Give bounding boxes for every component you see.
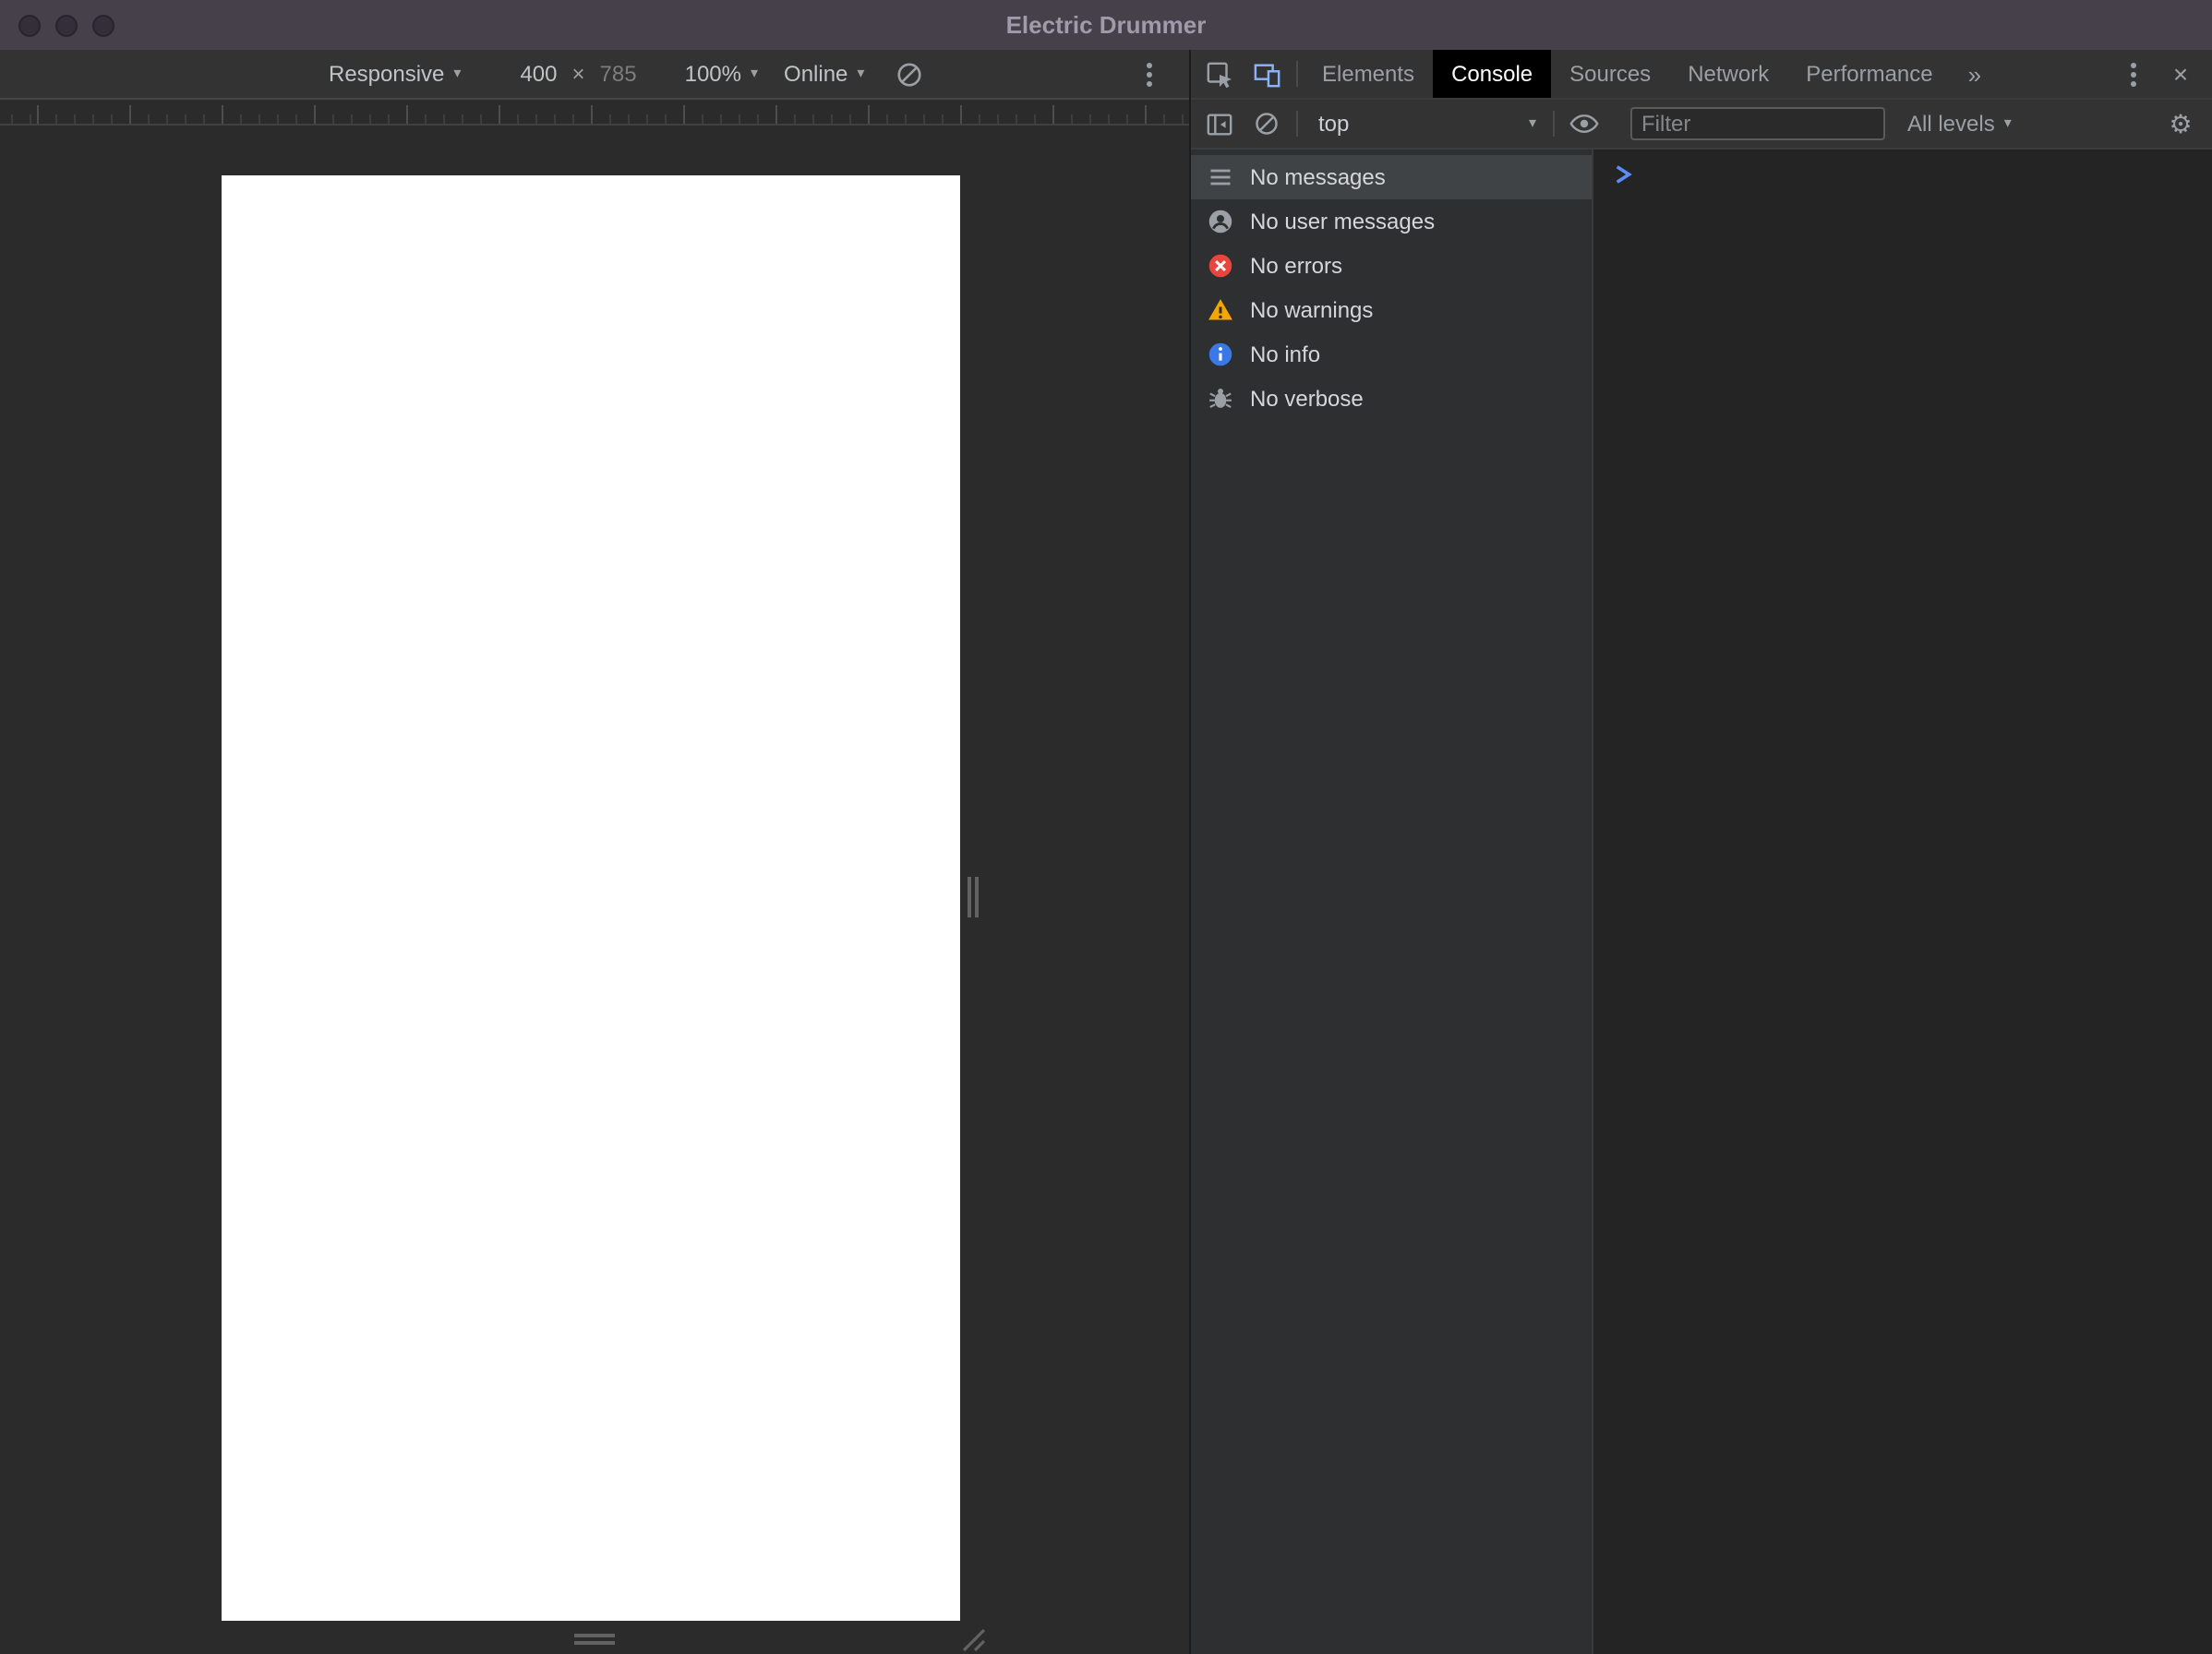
window-title: Electric Drummer: [1005, 11, 1207, 39]
dimension-separator: ×: [571, 61, 585, 87]
console-sidebar: No messages No user messages No errors N…: [1191, 150, 1593, 1654]
gear-glyph: ⚙: [2169, 108, 2193, 138]
tabbar-spacer: [1998, 50, 2109, 98]
chevron-down-icon: ▾: [1528, 114, 1536, 131]
device-height-field[interactable]: 785: [600, 61, 637, 87]
sidebar-item-no-info[interactable]: No info: [1191, 332, 1592, 377]
list-icon: [1210, 169, 1231, 186]
sidebar-item-no-messages[interactable]: No messages: [1191, 155, 1592, 199]
zoom-window-button[interactable]: [92, 14, 114, 36]
context-label: top: [1318, 111, 1350, 137]
sidebar-item-label: No errors: [1250, 253, 1343, 279]
devtools-tabbar: Elements Console Sources Network Perform…: [1191, 50, 2212, 100]
main-split: Responsive ▾ 400 × 785 100% ▾ Online ▾ E…: [0, 50, 2212, 1654]
devtools-pane: Elements Console Sources Network Perform…: [1189, 50, 2212, 1654]
console-sidebar-toggle-icon[interactable]: [1195, 110, 1243, 138]
console-input-line[interactable]: [1593, 150, 2212, 185]
sidebar-item-no-verbose[interactable]: No verbose: [1191, 377, 1592, 421]
device-toolbar-toggle-icon[interactable]: [1243, 50, 1291, 98]
filter-input[interactable]: [1630, 107, 1885, 140]
devtools-close-icon[interactable]: ×: [2157, 50, 2205, 98]
tab-sources[interactable]: Sources: [1551, 50, 1669, 98]
console-toolbar: top ▾ All levels ▾ ⚙: [1191, 100, 2212, 150]
throttling-dropdown[interactable]: Online ▾: [784, 61, 864, 87]
horizontal-ruler: [0, 100, 1189, 126]
clear-console-icon[interactable]: [1243, 111, 1291, 137]
device-toolbar: Responsive ▾ 400 × 785 100% ▾ Online ▾: [0, 50, 1189, 100]
live-expression-eye-icon[interactable]: [1560, 109, 1608, 138]
toolbar-separator: [1296, 61, 1298, 87]
console-prompt-icon: [1616, 165, 1632, 184]
devtools-kebab-menu-icon[interactable]: [2109, 50, 2157, 98]
warning-icon: [1208, 299, 1232, 320]
sidebar-item-no-errors[interactable]: No errors: [1191, 244, 1592, 288]
chevron-down-icon: ▾: [751, 65, 759, 81]
toolbar-separator: [1553, 111, 1555, 137]
sidebar-item-label: No user messages: [1250, 209, 1436, 234]
inspect-element-icon[interactable]: [1195, 50, 1243, 98]
console-output[interactable]: [1593, 150, 2212, 1654]
bug-icon: [1209, 388, 1232, 409]
throttling-label: Online: [784, 61, 848, 87]
chevron-down-icon: ▾: [453, 65, 462, 81]
info-icon: [1208, 342, 1232, 366]
sidebar-item-label: No warnings: [1250, 297, 1374, 323]
zoom-level-label: 100%: [684, 61, 741, 87]
chevron-down-icon: ▾: [857, 65, 865, 81]
resize-handle-corner[interactable]: [962, 1628, 986, 1654]
chevron-down-icon: ▾: [2003, 114, 2012, 131]
resize-handle-right[interactable]: [968, 877, 979, 917]
sidebar-item-no-warnings[interactable]: No warnings: [1191, 288, 1592, 332]
log-levels-label: All levels: [1907, 111, 1995, 137]
sidebar-item-no-user-messages[interactable]: No user messages: [1191, 199, 1592, 244]
device-emulation-pane: Responsive ▾ 400 × 785 100% ▾ Online ▾: [0, 50, 1189, 1654]
device-viewport[interactable]: [222, 175, 960, 1621]
tab-network[interactable]: Network: [1669, 50, 1787, 98]
zoom-dropdown[interactable]: 100% ▾: [685, 61, 758, 87]
context-selector-dropdown[interactable]: top ▾: [1307, 111, 1547, 137]
titlebar: Electric Drummer: [0, 0, 2212, 50]
minimize-window-button[interactable]: [55, 14, 78, 36]
toolbar-separator: [1296, 111, 1298, 137]
sidebar-item-label: No info: [1250, 342, 1321, 367]
device-mode-dropdown[interactable]: Responsive ▾: [329, 61, 461, 87]
kebab-menu-icon[interactable]: [1126, 52, 1171, 96]
user-icon: [1208, 210, 1232, 234]
close-glyph: ×: [2172, 59, 2189, 89]
tab-console[interactable]: Console: [1433, 50, 1552, 98]
rotate-icon[interactable]: [886, 52, 931, 96]
close-window-button[interactable]: [18, 14, 41, 36]
console-settings-gear-icon[interactable]: ⚙: [2157, 108, 2205, 139]
emulation-area: [0, 100, 1189, 1654]
log-levels-dropdown[interactable]: All levels ▾: [1907, 111, 2012, 137]
sidebar-item-label: No verbose: [1250, 386, 1364, 412]
resize-handle-bottom[interactable]: [574, 1634, 615, 1645]
device-mode-label: Responsive: [329, 61, 445, 87]
sidebar-item-label: No messages: [1250, 164, 1386, 190]
device-width-field[interactable]: 400: [520, 61, 557, 87]
more-tabs-icon[interactable]: »: [1952, 50, 1998, 98]
app-window: Electric Drummer Responsive ▾ 400 × 785 …: [0, 0, 2212, 1654]
traffic-lights: [0, 14, 114, 36]
tab-performance[interactable]: Performance: [1787, 50, 1951, 98]
error-icon: [1208, 254, 1232, 278]
console-body: No messages No user messages No errors N…: [1191, 150, 2212, 1654]
tab-elements[interactable]: Elements: [1304, 50, 1433, 98]
